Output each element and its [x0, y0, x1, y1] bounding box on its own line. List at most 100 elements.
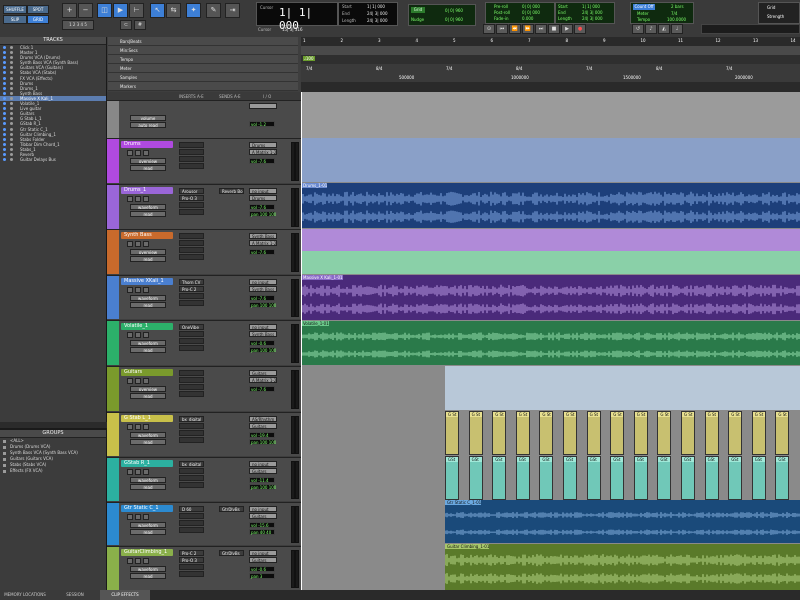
track-visible-icon[interactable]	[3, 86, 6, 90]
grid-nudge-box[interactable]: Grid 0| 0| 960 Nudge 0| 0| 960	[408, 4, 476, 26]
insert-slot[interactable]	[179, 520, 204, 526]
insert-slot[interactable]	[179, 345, 204, 351]
output-selector[interactable]: A Matrix 1-2	[249, 377, 277, 383]
shuffle-mode-button[interactable]: SHUFFLE	[3, 5, 27, 14]
output-selector[interactable]: Synth Bass	[249, 286, 277, 292]
solo-button[interactable]	[135, 287, 141, 293]
guitars-folder-empty[interactable]	[301, 366, 445, 410]
stab-clip[interactable]: G St	[492, 411, 507, 455]
pan-readout[interactable]: pan 100 100	[249, 302, 276, 308]
insert-slot[interactable]	[179, 233, 204, 239]
meter-mark[interactable]: 7/4	[306, 66, 312, 71]
automation-mode-selector[interactable]: read	[130, 347, 166, 353]
group-enable-icon[interactable]	[3, 469, 6, 473]
midi-merge-button[interactable]: ↺	[632, 24, 644, 34]
automation-mode-selector[interactable]: read	[130, 211, 166, 217]
track-name[interactable]: Drums	[121, 141, 173, 148]
spot-mode-button[interactable]: SPOT	[27, 5, 49, 14]
record-enable-button[interactable]	[127, 150, 133, 156]
timeline-rulers[interactable]: Bars|Beats Min:Secs Tempo Meter Samples …	[108, 37, 800, 92]
link-icon[interactable]: ⊂	[120, 20, 132, 30]
pan-readout[interactable]: pan 100 100	[249, 484, 276, 490]
selector-tool-button[interactable]: ⊢	[129, 3, 144, 18]
input-selector[interactable]: Synth Bass	[249, 233, 277, 239]
length-value[interactable]: 24| 3| 000	[367, 18, 388, 23]
insert-slot[interactable]	[179, 142, 204, 148]
solo-button[interactable]	[135, 332, 141, 338]
synth-bass-folder-lane-bottom[interactable]	[301, 251, 800, 274]
mute-button[interactable]	[143, 514, 149, 520]
track-visible-icon[interactable]	[3, 81, 6, 85]
track-visible-icon[interactable]	[3, 137, 6, 141]
track-view-selector[interactable]: waveform	[130, 477, 166, 483]
stab-clip[interactable]: GSt	[539, 456, 554, 500]
meter-value[interactable]: 7/4	[671, 11, 677, 16]
output-selector[interactable]: A Matrix 1-2	[249, 149, 277, 155]
solo-button[interactable]	[135, 378, 141, 384]
zoom-presets[interactable]: 1 2 3 4 5	[62, 20, 94, 30]
grid-value[interactable]: 0| 0| 960	[445, 8, 463, 13]
smart-tool-button[interactable]: ✦	[186, 3, 201, 18]
output-selector[interactable]: Drums	[249, 195, 277, 201]
track-visible-icon[interactable]	[3, 91, 6, 95]
track-visible-icon[interactable]	[3, 152, 6, 156]
mute-button[interactable]	[143, 424, 149, 430]
insert-slot[interactable]: Thorn CV	[179, 279, 204, 285]
track-visible-icon[interactable]	[3, 61, 6, 65]
horizontal-scrollbar[interactable]	[150, 590, 800, 600]
insert-slot[interactable]	[179, 384, 204, 390]
insert-slot[interactable]	[179, 163, 204, 169]
stab-clip[interactable]: GSt	[704, 456, 719, 500]
markers-lane[interactable]	[301, 82, 800, 92]
insert-slot[interactable]	[179, 300, 204, 306]
automation-mode-selector[interactable]: read	[130, 439, 166, 445]
volume-readout[interactable]: vol -7.6	[249, 386, 275, 392]
ruler-meter[interactable]: Meter	[108, 64, 298, 73]
insert-slot[interactable]	[179, 209, 204, 215]
stab-clip[interactable]: GSt	[633, 456, 648, 500]
track-view-selector[interactable]: waveform	[130, 522, 166, 528]
record-enable-button[interactable]	[127, 241, 133, 247]
insert-slot[interactable]	[179, 391, 204, 397]
solo-button[interactable]	[135, 514, 141, 520]
pan-readout[interactable]: pan 100 100	[249, 211, 276, 217]
stab-clip[interactable]: GSt	[610, 456, 625, 500]
gstab-r-lane[interactable]: GSt GSt GSt GSt GSt GSt GSt GSt GSt GSt GSt GSt GSt G…	[445, 456, 800, 500]
track-visible-icon[interactable]	[3, 56, 6, 60]
stab-clip[interactable]: G St	[633, 411, 648, 455]
stab-clip[interactable]: GSt	[751, 456, 766, 500]
meter-mark[interactable]: 8/4	[656, 66, 662, 71]
pencil-tool-button[interactable]: ✎	[206, 3, 221, 18]
track-view-selector[interactable]: overview	[130, 386, 166, 392]
track-name[interactable]: Guitars	[121, 369, 173, 376]
mute-button[interactable]	[143, 196, 149, 202]
input-selector[interactable]: no input	[249, 461, 277, 467]
input-selector[interactable]: AS/Rhythm	[249, 416, 277, 422]
output-selector[interactable]: Guitars	[249, 423, 277, 429]
tempo-marker[interactable]: ♩100	[303, 56, 315, 61]
group-enable-icon[interactable]	[3, 439, 6, 443]
track-name[interactable]: Synth Bass	[121, 232, 173, 239]
track-view-selector[interactable]: waveform	[130, 340, 166, 346]
stab-clip[interactable]: G St	[563, 411, 577, 455]
automation-mode-selector[interactable]: read	[130, 393, 166, 399]
track-visible-icon[interactable]	[3, 132, 6, 136]
send-slot[interactable]: Reverb Bo	[219, 188, 244, 194]
conductor-button[interactable]: ♩	[671, 24, 683, 34]
record-enable-button[interactable]	[127, 287, 133, 293]
mute-button[interactable]	[143, 287, 149, 293]
track-view-selector[interactable]: waveform	[130, 295, 166, 301]
insert-slot[interactable]: bx_digital	[179, 461, 204, 467]
online-button[interactable]: ⊙	[483, 24, 495, 34]
stab-clip[interactable]: G St	[445, 411, 459, 455]
track-visible-icon[interactable]	[3, 122, 6, 126]
track-view-selector[interactable]: waveform	[130, 566, 166, 572]
volume-readout[interactable]: vol -0.6	[249, 340, 275, 346]
master-lane[interactable]	[301, 92, 800, 138]
input-selector[interactable]: Guitars	[249, 370, 277, 376]
meter-mark[interactable]: 8/4	[516, 66, 522, 71]
grid-snap-icon[interactable]: #	[134, 20, 146, 30]
record-button[interactable]: ●	[574, 24, 586, 34]
volume-readout[interactable]: vol -11.4	[249, 477, 275, 483]
insert-slot[interactable]	[179, 475, 204, 481]
